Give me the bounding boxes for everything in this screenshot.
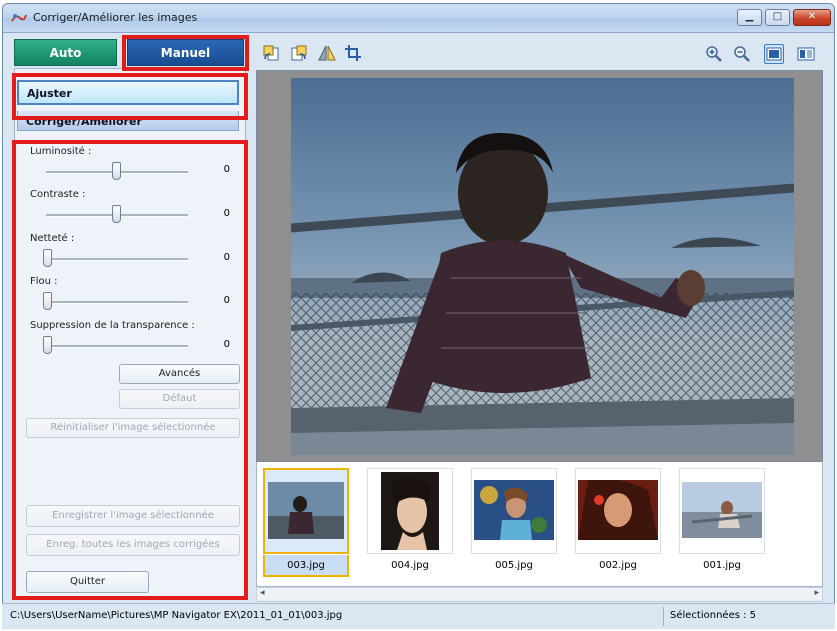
blur-slider-thumb[interactable] — [43, 292, 52, 310]
thumbnail-005[interactable]: 005.jpg — [471, 468, 557, 578]
whole-image-view-icon — [766, 47, 782, 61]
rotate-right-icon[interactable] — [290, 44, 308, 62]
sharpness-slider-track[interactable] — [46, 258, 188, 261]
adjust-section-button[interactable]: Ajuster — [17, 80, 239, 105]
sharpness-label: Netteté : — [30, 233, 75, 244]
thumbnail-name: 001.jpg — [703, 560, 741, 571]
maximize-icon: □ — [772, 11, 783, 22]
thumbnail-003[interactable]: 003.jpg — [263, 468, 349, 578]
contrast-value: 0 — [223, 208, 230, 219]
show-through-removal-value: 0 — [223, 339, 230, 350]
close-icon: ✕ — [807, 11, 817, 22]
scroll-right-icon[interactable]: ▸ — [814, 588, 819, 598]
save-selected-image-button[interactable]: Enregistrer l'image sélectionnée — [26, 505, 240, 527]
sharpness-value: 0 — [223, 252, 230, 263]
thumbnail-004[interactable]: 004.jpg — [367, 468, 453, 578]
thumbnail-image — [381, 472, 439, 550]
show-through-removal-slider-track[interactable] — [46, 345, 188, 348]
brightness-value: 0 — [223, 164, 230, 175]
contrast-label: Contraste : — [30, 189, 86, 200]
quit-button[interactable]: Quitter — [26, 571, 149, 593]
advanced-button[interactable]: Avancés — [119, 364, 240, 384]
flip-icon[interactable] — [318, 44, 336, 62]
minimize-icon: ▁ — [745, 11, 754, 22]
brightness-label: Luminosité : — [30, 146, 92, 157]
thumbnail-002[interactable]: 002.jpg — [575, 468, 661, 578]
show-through-removal-label: Suppression de la transparence : — [30, 320, 195, 331]
minimize-button[interactable]: ▁ — [737, 9, 762, 26]
window-title: Corriger/Améliorer les images — [33, 11, 198, 24]
status-bar: C:\Users\UserName\Pictures\MP Navigator … — [2, 603, 835, 629]
title-bar: Corriger/Améliorer les images ▁ □ ✕ — [3, 4, 834, 33]
thumbnail-image — [578, 480, 658, 540]
whole-image-view-button[interactable] — [764, 44, 784, 64]
preview-photo[interactable] — [291, 78, 794, 455]
compare-view-icon[interactable] — [796, 44, 816, 64]
thumbnail-image — [474, 480, 554, 540]
contrast-slider-thumb[interactable] — [112, 205, 121, 223]
thumbnail-name: 003.jpg — [263, 555, 349, 577]
zoom-in-icon[interactable] — [704, 44, 724, 64]
thumbnail-image — [268, 482, 344, 539]
blur-value: 0 — [223, 295, 230, 306]
reset-selected-image-button[interactable]: Réinitialiser l'image sélectionnée — [26, 418, 240, 438]
tab-manual[interactable]: Manuel — [127, 39, 244, 66]
show-through-removal-slider-thumb[interactable] — [43, 336, 52, 354]
thumbnail-scrollbar[interactable]: ◂ ▸ — [256, 587, 823, 602]
status-separator — [663, 607, 664, 626]
close-button[interactable]: ✕ — [793, 9, 831, 26]
rotate-left-icon[interactable] — [262, 44, 280, 62]
default-button[interactable]: Défaut — [119, 389, 240, 409]
crop-icon[interactable] — [344, 44, 362, 62]
thumbnail-image — [682, 482, 762, 538]
correct-enhance-section-button[interactable]: Corriger/Améliorer — [17, 111, 239, 131]
thumbnail-001[interactable]: 001.jpg — [679, 468, 765, 578]
status-selected-count: Sélectionnées : 5 — [670, 610, 757, 621]
maximize-button[interactable]: □ — [765, 9, 790, 26]
thumbnail-name: 004.jpg — [391, 560, 429, 571]
scroll-left-icon[interactable]: ◂ — [260, 588, 265, 598]
blur-label: Flou : — [30, 276, 58, 287]
save-all-corrected-button[interactable]: Enreg. toutes les images corrigées — [26, 534, 240, 556]
blur-slider-track[interactable] — [46, 301, 188, 304]
app-icon — [11, 14, 27, 22]
status-file-path: C:\Users\UserName\Pictures\MP Navigator … — [10, 610, 343, 621]
brightness-slider-thumb[interactable] — [112, 162, 121, 180]
tab-auto[interactable]: Auto — [14, 39, 117, 66]
zoom-out-icon[interactable] — [732, 44, 752, 64]
thumbnail-name: 002.jpg — [599, 560, 637, 571]
sharpness-slider-thumb[interactable] — [43, 249, 52, 267]
thumbnail-name: 005.jpg — [495, 560, 533, 571]
